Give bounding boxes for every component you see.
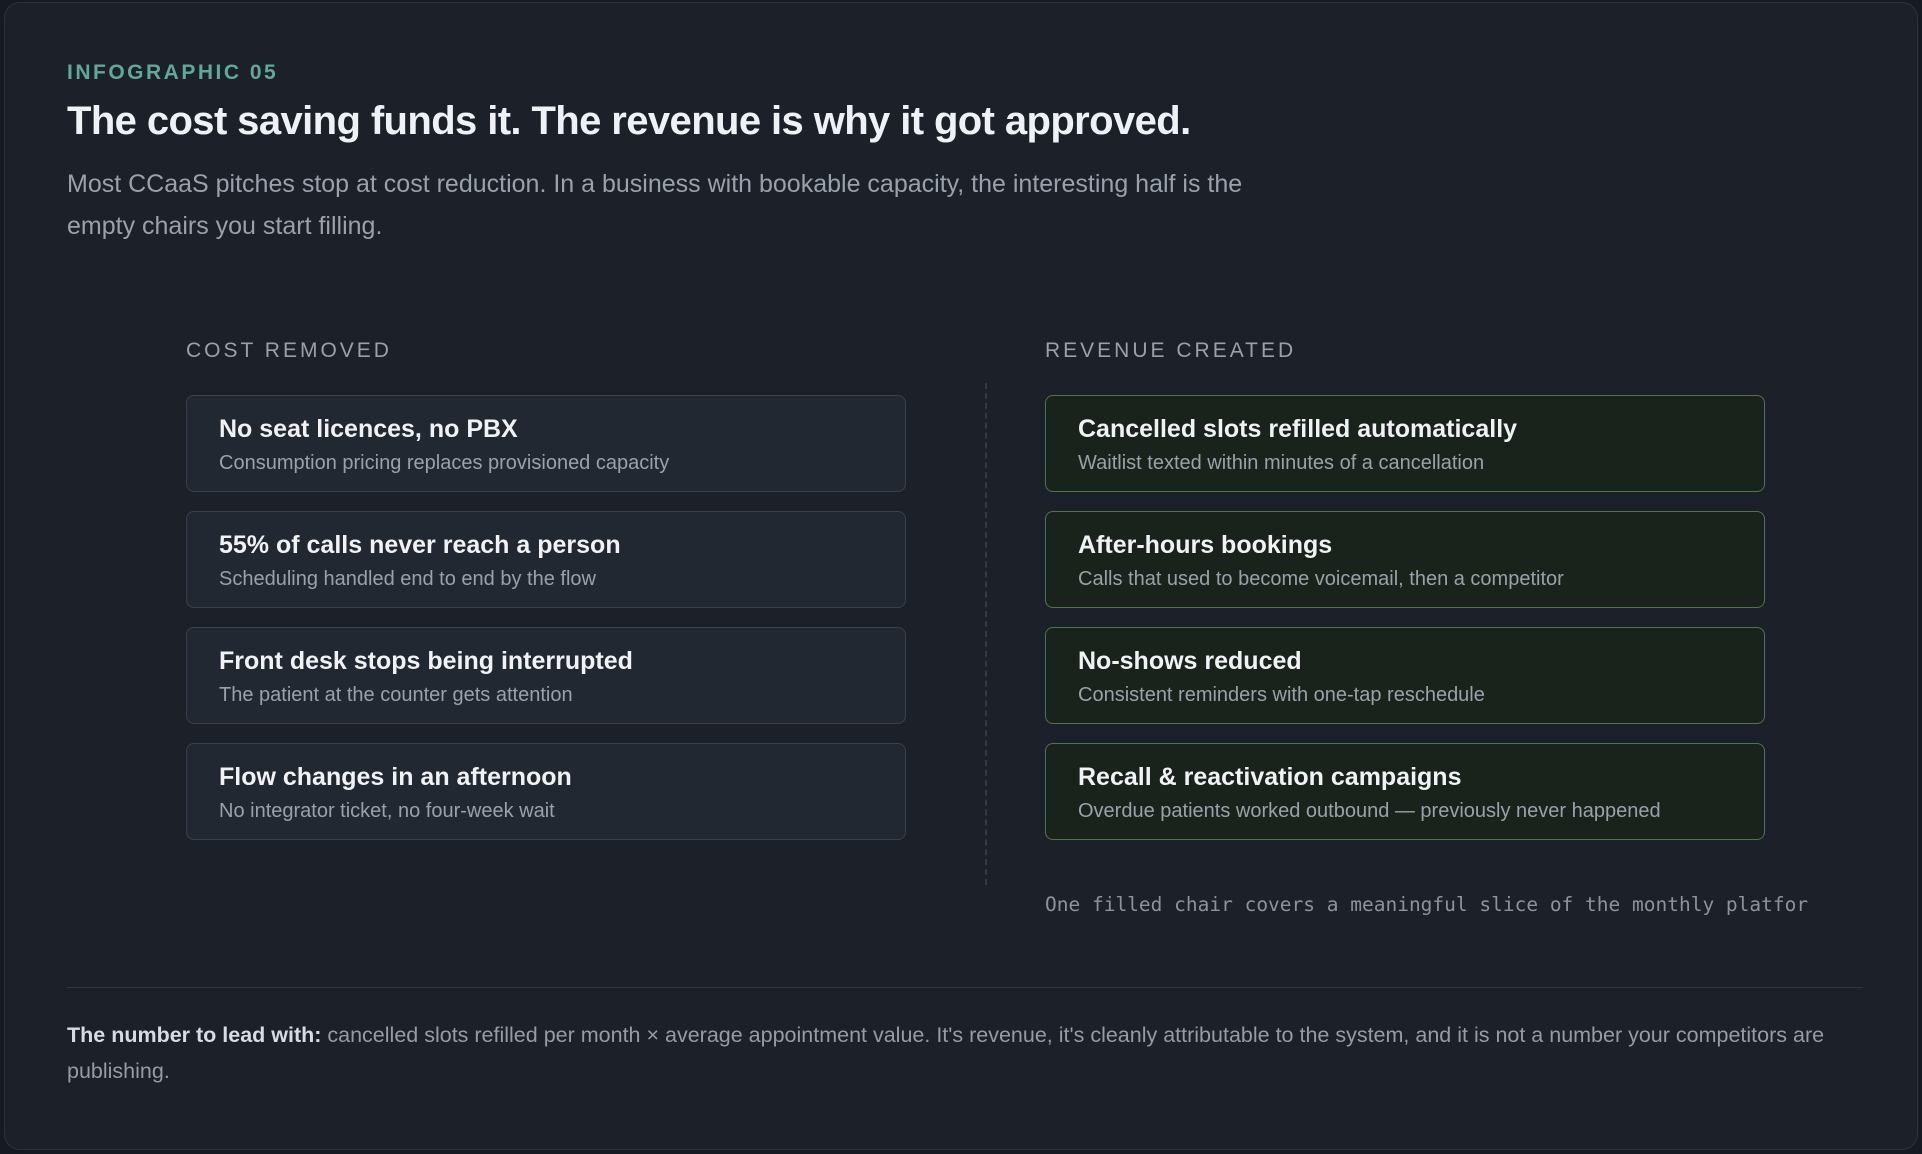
infographic-panel: INFOGRAPHIC 05 The cost saving funds it.…	[4, 2, 1918, 1150]
revenue-card: Recall & reactivation campaigns Overdue …	[1045, 743, 1765, 840]
page-title: The cost saving funds it. The revenue is…	[67, 99, 1191, 143]
revenue-card-subtitle: Calls that used to become voicemail, the…	[1078, 568, 1564, 590]
cost-card-subtitle: The patient at the counter gets attentio…	[219, 684, 573, 706]
revenue-card-subtitle: Waitlist texted within minutes of a canc…	[1078, 452, 1485, 474]
footer-divider	[67, 987, 1863, 988]
revenue-card-title: No-shows reduced	[1078, 647, 1302, 675]
column-divider	[985, 383, 987, 885]
cost-card: Front desk stops being interrupted The p…	[186, 627, 906, 724]
cost-card-subtitle: Consumption pricing replaces provisioned…	[219, 452, 670, 474]
cost-card-title: Flow changes in an afternoon	[219, 763, 572, 791]
cost-card-title: No seat licences, no PBX	[219, 415, 518, 443]
page-subtitle: Most CCaaS pitches stop at cost reductio…	[67, 170, 1243, 240]
cost-card-subtitle: No integrator ticket, no four-week wait	[219, 800, 555, 822]
revenue-card: After-hours bookings Calls that used to …	[1045, 511, 1765, 608]
cost-column-heading: COST REMOVED	[186, 339, 392, 362]
revenue-card-subtitle: Overdue patients worked outbound — previ…	[1078, 800, 1661, 822]
cost-card-title: 55% of calls never reach a person	[219, 531, 621, 559]
revenue-card: No-shows reduced Consistent reminders wi…	[1045, 627, 1765, 724]
eyebrow-label: INFOGRAPHIC 05	[67, 61, 279, 84]
revenue-card: Cancelled slots refilled automatically W…	[1045, 395, 1765, 492]
cost-card-title: Front desk stops being interrupted	[219, 647, 633, 675]
cost-card: 55% of calls never reach a person Schedu…	[186, 511, 906, 608]
footer-lead: The number to lead with:	[67, 1023, 322, 1047]
cost-card-subtitle: Scheduling handled end to end by the flo…	[219, 568, 596, 590]
revenue-card-title: After-hours bookings	[1078, 531, 1333, 559]
cost-card: No seat licences, no PBX Consumption pri…	[186, 395, 906, 492]
revenue-column-heading: REVENUE CREATED	[1045, 339, 1297, 362]
revenue-card-title: Cancelled slots refilled automatically	[1078, 415, 1518, 443]
revenue-note: One filled chair covers a meaningful sli…	[1045, 893, 1809, 916]
footer-text: cancelled slots refilled per month × ave…	[67, 1023, 1825, 1083]
footer-callout: The number to lead with: cancelled slots…	[67, 1017, 1837, 1089]
revenue-card-subtitle: Consistent reminders with one-tap resche…	[1078, 684, 1485, 706]
revenue-card-title: Recall & reactivation campaigns	[1078, 763, 1462, 791]
cost-card: Flow changes in an afternoon No integrat…	[186, 743, 906, 840]
